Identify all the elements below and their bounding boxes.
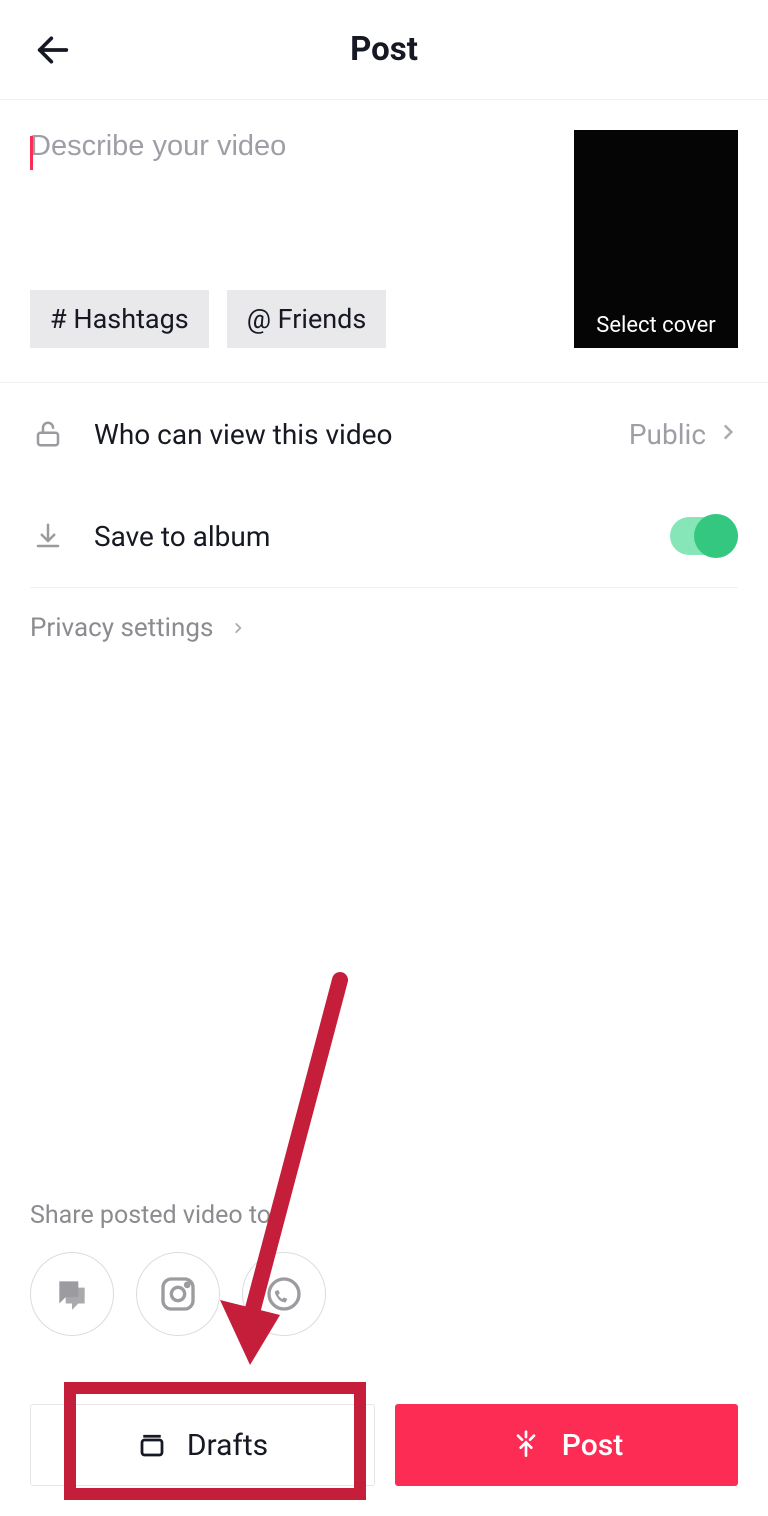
download-icon (30, 520, 66, 552)
back-button[interactable] (30, 27, 76, 73)
chevron-right-icon (718, 418, 738, 450)
privacy-settings-link[interactable]: Privacy settings (0, 588, 768, 643)
lock-icon (30, 417, 66, 451)
drafts-icon (137, 1430, 167, 1460)
chat-icon (53, 1275, 91, 1313)
select-cover-label: Select cover (596, 313, 715, 338)
post-button[interactable]: Post (395, 1404, 738, 1486)
visibility-value: Public (629, 418, 706, 451)
toggle-knob (694, 514, 738, 558)
drafts-button[interactable]: Drafts (30, 1404, 375, 1486)
post-icon (510, 1429, 542, 1461)
visibility-row[interactable]: Who can view this video Public (30, 383, 738, 485)
hashtags-chip[interactable]: # Hashtags (30, 290, 209, 348)
back-arrow-icon (33, 30, 73, 70)
bottom-bar: Drafts Post (30, 1404, 738, 1486)
header: Post (0, 0, 768, 100)
page-title: Post (0, 30, 768, 69)
chevron-right-icon (231, 617, 245, 639)
privacy-settings-label: Privacy settings (30, 613, 213, 643)
caption-caret (30, 136, 33, 170)
visibility-label: Who can view this video (94, 418, 629, 451)
share-label: Share posted video to: (30, 1201, 738, 1230)
compose-area: # Hashtags @ Friends Select cover (0, 100, 768, 348)
instagram-icon (158, 1274, 198, 1314)
share-instagram[interactable] (136, 1252, 220, 1336)
caption-input[interactable] (30, 130, 554, 163)
share-section: Share posted video to: (30, 1201, 738, 1336)
share-whatsapp[interactable] (242, 1252, 326, 1336)
save-album-row: Save to album (30, 485, 738, 587)
friends-chip[interactable]: @ Friends (227, 290, 387, 348)
whatsapp-icon (264, 1274, 304, 1314)
post-label: Post (562, 1428, 623, 1463)
drafts-label: Drafts (187, 1428, 268, 1463)
video-cover[interactable]: Select cover (574, 130, 738, 348)
save-album-label: Save to album (94, 520, 670, 553)
share-messages[interactable] (30, 1252, 114, 1336)
save-album-toggle[interactable] (670, 517, 738, 555)
